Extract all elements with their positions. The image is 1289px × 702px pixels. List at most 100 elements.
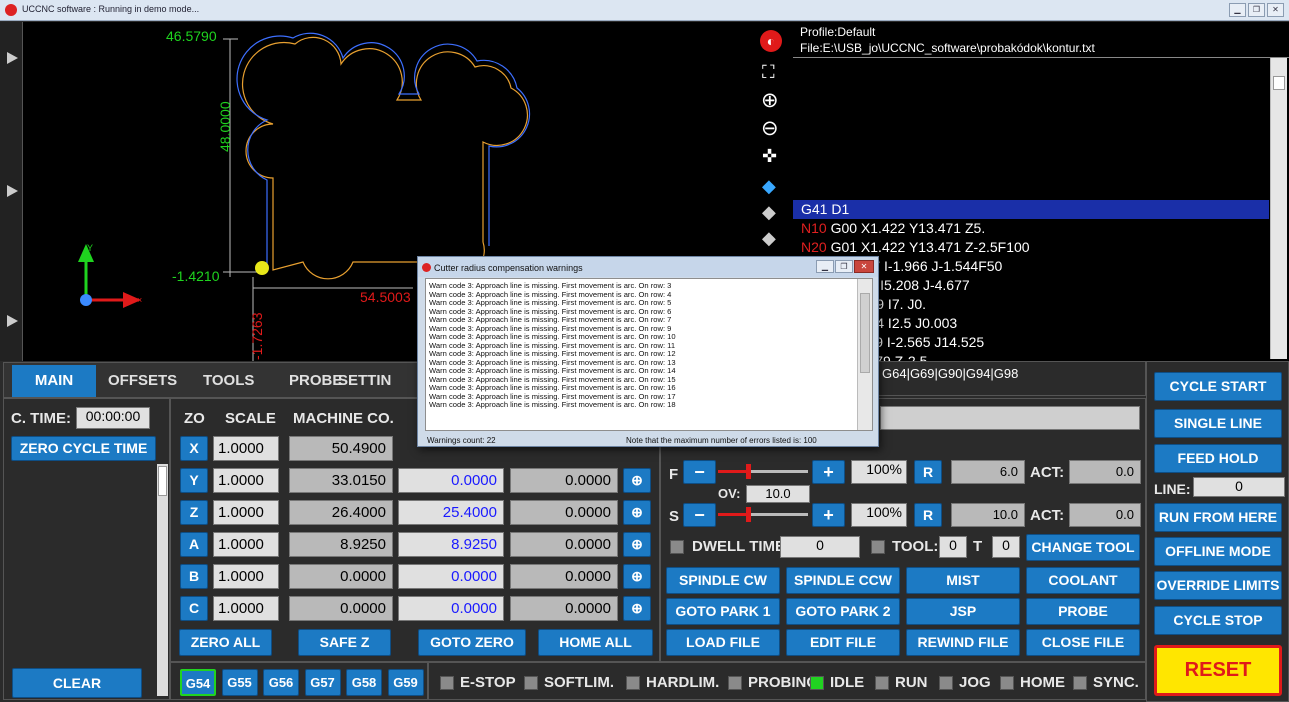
close-icon[interactable]: ✕	[1267, 3, 1284, 17]
goto-zero-button[interactable]: GOTO ZERO	[418, 629, 526, 656]
zoom-out-icon[interactable]: ⊖	[761, 116, 779, 141]
run-from-here-button[interactable]: RUN FROM HERE	[1154, 503, 1282, 532]
feed-reset-button[interactable]: R	[914, 460, 942, 484]
zero-cycle-time-button[interactable]: ZERO CYCLE TIME	[11, 436, 156, 461]
axis-work-coord[interactable]: 0.0000	[398, 468, 504, 493]
axis-zero-button[interactable]: X	[180, 436, 208, 461]
safe-z-button[interactable]: SAFE Z	[298, 629, 391, 656]
axis-zero-button[interactable]: Y	[180, 468, 208, 493]
home-all-button[interactable]: HOME ALL	[538, 629, 653, 656]
reset-button[interactable]: RESET	[1154, 645, 1282, 696]
tool-value[interactable]: 0	[939, 536, 967, 558]
tab-tools[interactable]: TOOLS	[193, 365, 264, 397]
axis-scale[interactable]: 1.0000	[213, 436, 279, 461]
function-button[interactable]: GOTO PARK 2	[786, 598, 900, 625]
spindle-reset-button[interactable]: R	[914, 503, 942, 527]
axis-goto-icon[interactable]: ⊕	[623, 564, 651, 589]
axis-scale[interactable]: 1.0000	[213, 596, 279, 621]
axis-goto-icon[interactable]: ⊕	[623, 500, 651, 525]
tab-settings[interactable]: SETTIN	[328, 365, 401, 397]
axis-work-coord[interactable]: 0.0000	[398, 596, 504, 621]
function-button[interactable]: JSP	[906, 598, 1020, 625]
axis-offset[interactable]: 0.0000	[510, 596, 618, 621]
spindle-plus-button[interactable]: +	[812, 503, 845, 527]
zoom-in-icon[interactable]: ⊕	[761, 88, 779, 113]
dwell-checkbox[interactable]	[670, 540, 684, 554]
axis-scale[interactable]: 1.0000	[213, 564, 279, 589]
axis-offset[interactable]: 0.0000	[510, 468, 618, 493]
dwell-value[interactable]: 0	[780, 536, 860, 558]
t-value[interactable]: 0	[992, 536, 1020, 558]
axis-scale[interactable]: 1.0000	[213, 468, 279, 493]
feed-slider[interactable]	[718, 464, 808, 479]
warnings-scrollbar[interactable]	[857, 279, 872, 430]
dialog-maximize-icon[interactable]: ❐	[835, 260, 853, 273]
axis-offset[interactable]: 0.0000	[510, 532, 618, 557]
cycle-start-button[interactable]: CYCLE START	[1154, 372, 1282, 401]
function-button[interactable]: SPINDLE CW	[666, 567, 780, 594]
work-offset-g58[interactable]: G58	[346, 669, 382, 696]
single-line-button[interactable]: SINGLE LINE	[1154, 409, 1282, 438]
feed-minus-button[interactable]: −	[683, 460, 716, 484]
function-button[interactable]: SPINDLE CCW	[786, 567, 900, 594]
work-offset-g59[interactable]: G59	[387, 669, 424, 696]
work-offset-g57[interactable]: G57	[304, 669, 341, 696]
axis-work-coord[interactable]: 25.4000	[398, 500, 504, 525]
override-limits-button[interactable]: OVERRIDE LIMITS	[1154, 571, 1282, 600]
work-offset-g56[interactable]: G56	[263, 669, 299, 696]
axis-work-coord[interactable]: 0.0000	[398, 564, 504, 589]
zero-all-button[interactable]: ZERO ALL	[179, 629, 272, 656]
work-offset-g55[interactable]: G55	[221, 669, 258, 696]
axis-zero-button[interactable]: C	[180, 596, 208, 621]
axis-zero-button[interactable]: B	[180, 564, 208, 589]
axis-scale[interactable]: 1.0000	[213, 500, 279, 525]
code-scrollbar[interactable]	[1270, 58, 1287, 359]
dialog-minimize-icon[interactable]: ▁	[816, 260, 834, 273]
feed-hold-button[interactable]: FEED HOLD	[1154, 444, 1282, 473]
function-button[interactable]: GOTO PARK 1	[666, 598, 780, 625]
expand-arrow-icon[interactable]	[7, 315, 18, 327]
center-view-icon[interactable]: ✜	[762, 146, 777, 167]
axis-zero-button[interactable]: Z	[180, 500, 208, 525]
cycle-stop-button[interactable]: CYCLE STOP	[1154, 606, 1282, 635]
axis-zero-button[interactable]: A	[180, 532, 208, 557]
line-value[interactable]: 0	[1193, 477, 1285, 497]
axis-goto-icon[interactable]: ⊕	[623, 596, 651, 621]
axis-offset[interactable]: 0.0000	[510, 564, 618, 589]
spindle-minus-button[interactable]: −	[683, 503, 716, 527]
axis-scale[interactable]: 1.0000	[213, 532, 279, 557]
function-button[interactable]: LOAD FILE	[666, 629, 780, 656]
function-button[interactable]: MIST	[906, 567, 1020, 594]
maximize-icon[interactable]: ❐	[1248, 3, 1265, 17]
view-side-cube-icon[interactable]: ◆	[762, 228, 776, 249]
spindle-slider[interactable]	[718, 507, 808, 522]
clear-button[interactable]: CLEAR	[12, 668, 142, 698]
dialog-close-icon[interactable]: ✕	[854, 260, 874, 273]
function-button[interactable]: CLOSE FILE	[1026, 629, 1140, 656]
tab-main[interactable]: MAIN	[12, 365, 96, 397]
axis-machine-coord: 0.0000	[289, 596, 393, 621]
function-button[interactable]: EDIT FILE	[786, 629, 900, 656]
axis-goto-icon[interactable]: ⊕	[623, 468, 651, 493]
warnings-list[interactable]: Warn code 3: Approach line is missing. F…	[425, 278, 873, 431]
function-button[interactable]: COOLANT	[1026, 567, 1140, 594]
work-offset-g54[interactable]: G54	[180, 669, 216, 696]
divider	[793, 57, 1289, 58]
feed-plus-button[interactable]: +	[812, 460, 845, 484]
axis-offset[interactable]: 0.0000	[510, 500, 618, 525]
left-scrollbar[interactable]	[157, 464, 168, 696]
change-tool-button[interactable]: CHANGE TOOL	[1026, 534, 1140, 561]
offline-mode-button[interactable]: OFFLINE MODE	[1154, 537, 1282, 566]
axis-goto-icon[interactable]: ⊕	[623, 532, 651, 557]
view-iso-cube-icon[interactable]: ◆	[762, 202, 776, 223]
function-button[interactable]: PROBE	[1026, 598, 1140, 625]
view-top-cube-icon[interactable]: ◆	[762, 176, 776, 197]
function-button[interactable]: REWIND FILE	[906, 629, 1020, 656]
tab-offsets[interactable]: OFFSETS	[98, 365, 187, 397]
tool-checkbox[interactable]	[871, 540, 885, 554]
minimize-icon[interactable]: ▁	[1229, 3, 1246, 17]
expand-arrow-icon[interactable]	[7, 52, 18, 64]
fit-view-icon[interactable]: ⛶	[762, 62, 775, 83]
axis-work-coord[interactable]: 8.9250	[398, 532, 504, 557]
expand-arrow-icon[interactable]	[7, 185, 18, 197]
